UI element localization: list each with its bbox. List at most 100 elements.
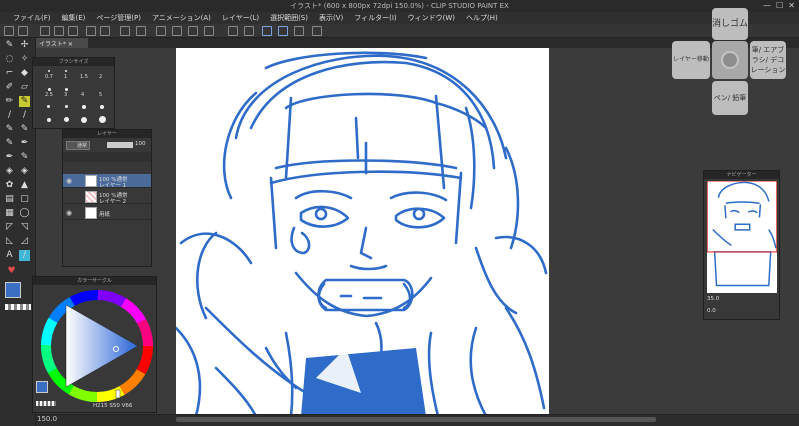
wand-icon[interactable]: ✧ [19,54,30,65]
pencil-icon[interactable]: ✏ [4,96,15,107]
scale-icon[interactable] [312,26,322,36]
brush-dot[interactable] [100,105,104,109]
brush-shortcut-button[interactable]: 筆/ エアブラシ/ デコレーション [750,41,786,79]
redo-icon[interactable] [136,26,146,36]
pen3-icon[interactable]: ✎ [19,124,30,135]
snap-icon[interactable] [262,26,272,36]
brush-dot[interactable] [64,117,69,122]
canvas[interactable] [174,48,549,418]
marker-icon[interactable]: ✎ [4,138,15,149]
bucket-icon[interactable]: ▲ [19,180,30,191]
zoom-value[interactable]: 150.0 [37,415,57,423]
shape-icon[interactable]: ▢ [19,194,30,205]
brush-dot[interactable] [82,105,86,109]
fill-icon[interactable]: ◆ [19,68,30,79]
menu-page[interactable]: ページ管理(P) [91,12,147,24]
menu-help[interactable]: ヘルプ(H) [461,12,504,24]
brush-dot[interactable] [47,105,50,108]
balloon-icon[interactable]: ◯ [19,208,30,219]
menu-layer[interactable]: レイヤー(L) [217,12,265,24]
brush-dot[interactable] [65,105,68,108]
grid-icon[interactable] [294,26,304,36]
eraser-icon[interactable]: ▱ [19,82,30,93]
line-icon[interactable]: ◹ [19,222,30,233]
nav-rotate-value[interactable]: 0.0 [707,308,716,314]
ink-icon[interactable]: ✒ [19,138,30,149]
color-history-icon[interactable]: ♥ [6,266,17,277]
brush-dot[interactable] [81,117,87,123]
frame-icon[interactable]: ▦ [4,208,15,219]
airbrush-icon[interactable]: / [4,110,15,121]
eraser2-icon[interactable]: ◈ [4,166,15,177]
smudge-icon[interactable]: ◈ [19,166,30,177]
brush-size-label[interactable]: 1 [64,74,67,80]
blend-icon[interactable]: / [19,110,30,121]
navigator-preview[interactable] [707,181,777,293]
pen-shortcut-button[interactable]: ペン/ 鉛筆 [712,81,748,115]
ruler-icon[interactable] [244,26,254,36]
brush-icon[interactable] [18,26,28,36]
print-icon[interactable] [100,26,110,36]
brush-size-label[interactable]: 1.5 [80,74,88,80]
lasso-icon[interactable]: ◌ [4,54,15,65]
brush-size-label[interactable]: 3 [64,92,67,98]
brush-dot[interactable] [48,88,51,91]
main-color-swatch[interactable] [5,282,21,298]
menu-filter[interactable]: フィルター(I) [349,12,402,24]
selected-tool-icon[interactable]: ✎ [19,96,30,107]
brush2-icon[interactable]: ✎ [19,152,30,163]
decoration-icon[interactable]: ✿ [4,180,15,191]
transparent-color-swatch[interactable] [36,401,56,406]
brush-dot[interactable] [47,118,51,122]
menu-animation[interactable]: アニメーション(A) [147,12,217,24]
settings-icon[interactable] [156,26,166,36]
close-icon[interactable]: ✕ [68,41,73,48]
nav-zoom-value[interactable]: 35.0 [707,296,719,302]
brush-size-label[interactable]: 4 [81,92,84,98]
crop-icon[interactable] [228,26,238,36]
brush-size-label[interactable]: 2.5 [45,92,53,98]
layer-row[interactable]: ◉ 100 %通常 レイヤー 1 [63,174,151,189]
export-icon[interactable] [86,26,96,36]
brush-size-label[interactable]: 0.7 [45,74,53,80]
document-tab[interactable]: イラスト* ✕ [36,38,88,48]
eye-icon[interactable]: ◉ [66,209,72,217]
new-icon[interactable] [40,26,50,36]
layer-move-shortcut-button[interactable]: レイヤー移動 [672,41,710,79]
menu-file[interactable]: ファイル(F) [8,12,57,24]
eraser-shortcut-button[interactable]: 消しゴム [712,8,748,40]
ruler-tool-icon[interactable]: ◸ [4,222,15,233]
gradient-icon[interactable]: ▤ [4,194,15,205]
menu-view[interactable]: 表示(V) [314,12,349,24]
brush-tool-icon[interactable]: ✐ [4,82,15,93]
text-icon[interactable]: A [4,250,15,261]
brush-dot[interactable] [48,70,50,72]
brush-dot[interactable] [65,70,67,72]
brush-dot[interactable] [65,88,68,91]
horizontal-scrollbar[interactable] [176,417,656,422]
eyedropper-icon[interactable]: ⌐ [4,68,15,79]
fountain-icon[interactable]: ✒ [4,152,15,163]
select-icon[interactable] [204,26,214,36]
layer-row[interactable]: ◉ 用紙 [63,206,151,220]
snap-ruler-icon[interactable] [278,26,288,36]
transparent-swatch[interactable] [5,304,31,310]
move-icon[interactable]: ✢ [19,40,30,51]
pen2-icon[interactable]: ✎ [4,124,15,135]
undo-icon[interactable] [120,26,130,36]
transform-icon[interactable] [188,26,198,36]
menu-selection[interactable]: 選択範囲(S) [265,12,314,24]
curve-icon[interactable]: ◺ [4,236,15,247]
correction-icon[interactable]: / [19,250,30,261]
eye-icon[interactable]: ◉ [66,177,72,185]
brush-size-label[interactable]: 2 [99,74,102,80]
polyline-icon[interactable]: ◿ [19,236,30,247]
layer-row[interactable]: 100 %通常 レイヤー 2 [63,190,151,205]
save-icon[interactable] [68,26,78,36]
menu-window[interactable]: ウィンドウ(W) [403,12,461,24]
clear-icon[interactable] [172,26,182,36]
opacity-value[interactable]: 100 [135,141,146,147]
opacity-slider[interactable] [107,142,133,148]
open-icon[interactable] [54,26,64,36]
brush-size-label[interactable]: 5 [99,92,102,98]
